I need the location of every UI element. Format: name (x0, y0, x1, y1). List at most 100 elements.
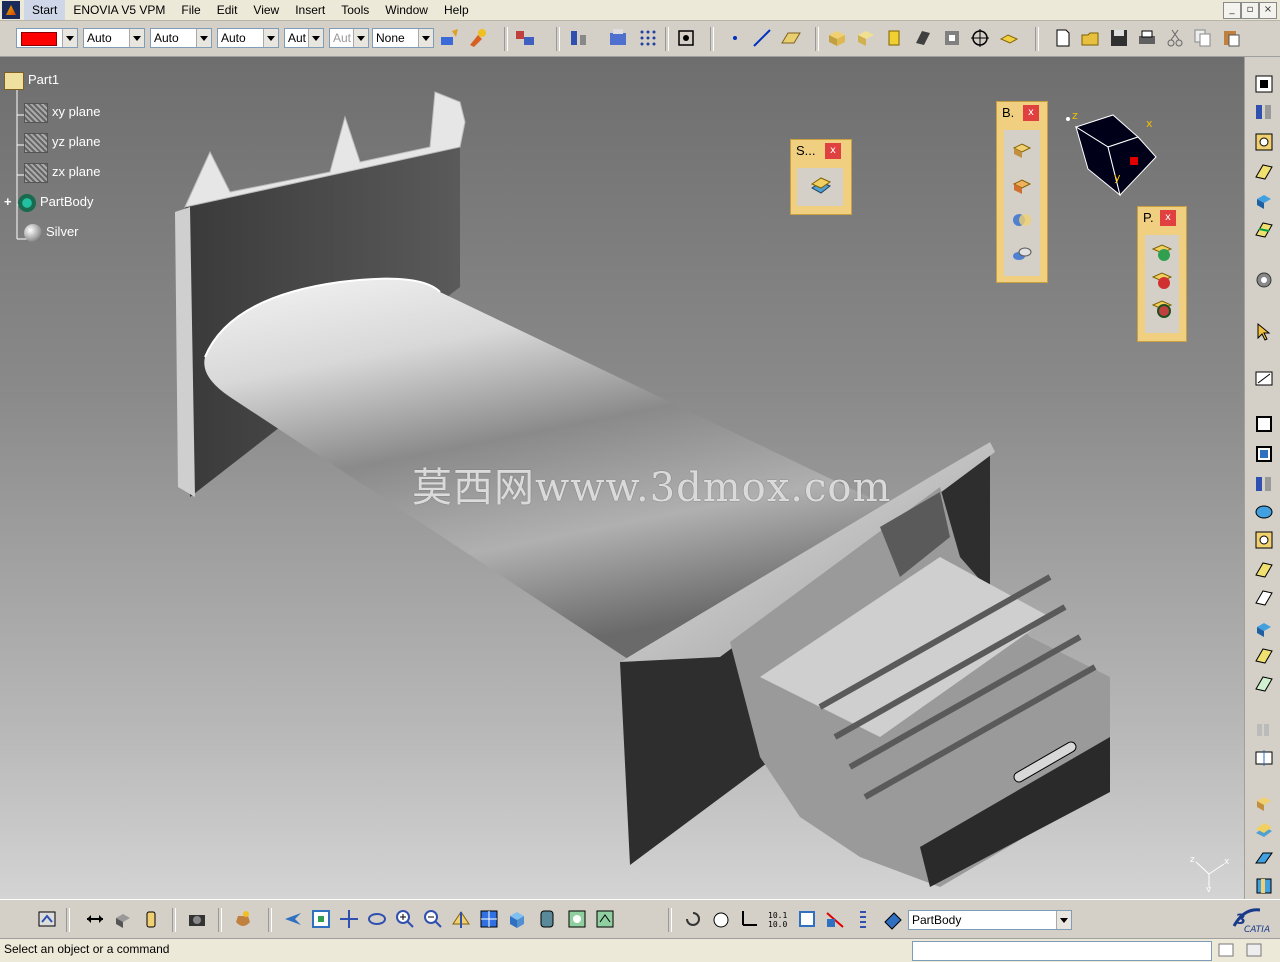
swap-visible-icon[interactable] (594, 908, 616, 930)
axis-system-icon[interactable] (738, 908, 760, 930)
knowledge-icon[interactable] (607, 27, 629, 49)
menu-edit[interactable]: Edit (209, 0, 246, 20)
stop-icon[interactable] (1244, 941, 1264, 959)
gear-icon[interactable] (1253, 269, 1275, 291)
multi-view-icon[interactable] (478, 908, 500, 930)
mirror-icon[interactable] (1253, 747, 1275, 769)
update-icon[interactable] (36, 908, 58, 930)
groove-icon[interactable] (1253, 219, 1275, 241)
close-icon[interactable]: x (1023, 105, 1039, 121)
hole-icon[interactable] (1253, 529, 1275, 551)
eraser-icon[interactable] (882, 908, 904, 930)
draft-icon[interactable] (1253, 367, 1275, 389)
fit-all-icon[interactable] (675, 27, 697, 49)
tree-item-zx-plane[interactable]: zx plane (24, 161, 100, 183)
boolean-remove-icon[interactable] (1010, 174, 1034, 198)
hole-icon[interactable] (941, 27, 963, 49)
transparency-combo[interactable]: Auto (83, 28, 145, 48)
close-icon[interactable]: x (825, 143, 841, 159)
menu-window[interactable]: Window (377, 0, 436, 20)
surface-icon[interactable] (809, 174, 833, 198)
copy-icon[interactable] (1192, 27, 1214, 49)
measure-item-icon[interactable] (112, 908, 134, 930)
constraint-icon[interactable] (824, 908, 846, 930)
measure-inertia-icon[interactable] (140, 908, 162, 930)
reference-icon[interactable] (796, 908, 818, 930)
thick-surface-icon[interactable] (1253, 819, 1275, 841)
cursor-icon[interactable] (1253, 321, 1275, 343)
command-input[interactable] (912, 941, 1212, 961)
hide-show-icon[interactable] (566, 908, 588, 930)
line-icon[interactable] (751, 27, 773, 49)
menu-help[interactable]: Help (436, 0, 477, 20)
scale-icon[interactable]: 10.110.0 (766, 908, 788, 930)
menu-tools[interactable]: Tools (333, 0, 377, 20)
remove-face-icon[interactable] (1253, 673, 1275, 695)
floating-toolbar-b[interactable]: B. x (996, 101, 1048, 283)
print-icon[interactable] (1136, 27, 1158, 49)
point-combo[interactable]: Aut (284, 28, 324, 48)
shading-icon[interactable] (536, 908, 558, 930)
constraint-icon[interactable] (568, 27, 590, 49)
rib-icon[interactable] (1253, 473, 1275, 495)
fillet-icon[interactable] (1253, 413, 1275, 435)
zoom-in-icon[interactable] (394, 908, 416, 930)
menu-start[interactable]: Start (24, 0, 66, 20)
tree-item-yz-plane[interactable]: yz plane (24, 131, 100, 153)
catalog-icon[interactable] (514, 27, 536, 49)
spiral-icon[interactable] (682, 908, 704, 930)
chamfer-icon[interactable] (1253, 443, 1275, 465)
open-icon[interactable] (1080, 27, 1102, 49)
point-icon[interactable] (724, 27, 746, 49)
menu-view[interactable]: View (245, 0, 287, 20)
menu-insert[interactable]: Insert (287, 0, 333, 20)
layer-combo[interactable]: Aut (329, 28, 369, 48)
boolean-intersect-icon[interactable] (1010, 208, 1034, 232)
compass[interactable]: z x y (1058, 107, 1166, 199)
close-button[interactable]: × (1259, 2, 1277, 19)
zoom-out-icon[interactable] (422, 908, 444, 930)
sew-surface-icon[interactable] (1253, 875, 1275, 897)
paint-icon[interactable] (438, 27, 460, 49)
draft-angle-icon[interactable] (1253, 645, 1275, 667)
fit-all-icon[interactable] (310, 908, 332, 930)
menu-file[interactable]: File (173, 0, 208, 20)
boolean-union-trim-icon[interactable] (1010, 242, 1034, 266)
select-icon[interactable] (1253, 73, 1275, 95)
normal-view-icon[interactable] (450, 908, 472, 930)
analysis-thickness-icon[interactable] (1150, 297, 1174, 321)
measure-icon[interactable] (998, 27, 1020, 49)
close-icon[interactable]: x (1160, 210, 1176, 226)
target-icon[interactable] (969, 27, 991, 49)
shaft-icon[interactable] (1253, 189, 1275, 211)
new-icon[interactable] (1052, 27, 1074, 49)
thread-icon[interactable] (1253, 559, 1275, 581)
catia-app-icon[interactable] (2, 1, 20, 19)
iso-view-icon[interactable] (506, 908, 528, 930)
cut-icon[interactable] (1164, 27, 1186, 49)
capture-icon[interactable] (186, 908, 208, 930)
fly-icon[interactable] (282, 908, 304, 930)
thickness-icon[interactable] (1253, 617, 1275, 639)
expand-icon[interactable]: + (4, 191, 18, 213)
shaft-icon[interactable] (883, 27, 905, 49)
current-body-select[interactable]: PartBody (908, 910, 1072, 930)
pattern-icon[interactable] (1253, 719, 1275, 741)
tree-item-partbody[interactable]: + PartBody (4, 191, 93, 213)
render-combo[interactable]: None (372, 28, 434, 48)
menu-enovia[interactable]: ENOVIA V5 VPM (65, 0, 173, 20)
analysis-curvature-icon[interactable] (1150, 269, 1174, 293)
pad-icon[interactable] (826, 27, 848, 49)
plane-icon[interactable] (780, 27, 802, 49)
boolean-add-icon[interactable] (1010, 138, 1034, 162)
command-list-icon[interactable] (1216, 941, 1236, 959)
rotate-icon[interactable] (366, 908, 388, 930)
stack-icon[interactable] (852, 908, 874, 930)
tree-item-silver[interactable]: Silver (24, 221, 79, 243)
split-icon[interactable] (1253, 791, 1275, 813)
close-surface-icon[interactable] (1253, 847, 1275, 869)
grid-icon[interactable] (637, 27, 659, 49)
compass-handle[interactable] (1130, 157, 1138, 165)
3d-viewport[interactable]: Part1 xy plane yz plane zx plane + PartBo… (0, 57, 1244, 899)
color-combo[interactable] (16, 28, 78, 48)
